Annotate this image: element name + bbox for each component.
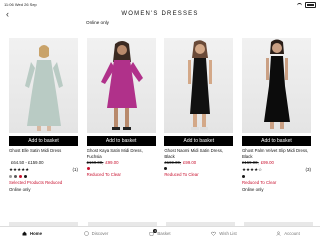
product-name[interactable]: Ghost Naomi Midi Satin Dress, Black <box>164 148 233 159</box>
tab-home[interactable]: Home <box>0 227 64 240</box>
discover-icon <box>83 231 89 236</box>
account-icon <box>276 231 281 236</box>
page-title: WOMEN'S DRESSES <box>121 11 199 17</box>
swatch-red[interactable] <box>19 175 22 178</box>
star-rating: ★★★★☆ <box>241 167 263 172</box>
product-price: £64.50 - £159.00 <box>9 160 78 165</box>
add-to-basket-button[interactable]: Add to basket <box>164 136 234 146</box>
tab-label: Wish List <box>219 231 237 236</box>
colour-swatches <box>9 175 78 178</box>
online-only-label: Online only <box>86 20 109 25</box>
tab-basket[interactable]: 0 Basket <box>128 227 192 240</box>
wifi-icon <box>297 2 302 8</box>
current-price: £99.00 <box>183 160 197 165</box>
swatch-dark-grey[interactable] <box>14 175 17 178</box>
current-price: £99.00 <box>105 160 119 165</box>
promo-label: Reduced To Clear <box>164 172 199 177</box>
tab-wish-list[interactable]: Wish List <box>192 227 256 240</box>
review-count: (3) <box>305 167 311 172</box>
home-icon <box>22 231 27 236</box>
swatch-red[interactable] <box>86 167 90 170</box>
tab-discover[interactable]: Discover <box>64 227 128 240</box>
promo-label: Reduced To Clear <box>241 180 277 185</box>
product-card: Add to basket Ghost Naomi Midi Satin Dre… <box>164 38 234 192</box>
product-image[interactable] <box>241 38 311 133</box>
availability-label: Online only <box>241 187 264 192</box>
product-card: Add to basket Ghost Elle Satin Midi Dres… <box>9 38 78 192</box>
header: ‹ WOMEN'S DRESSES <box>0 8 320 26</box>
colour-swatches <box>86 167 156 170</box>
product-card: Add to basket Ghost Palm Velvet Slip Mid… <box>241 38 311 192</box>
promo-label: Selected Products Reduced <box>9 180 63 185</box>
add-to-basket-button[interactable]: Add to basket <box>86 136 156 146</box>
status-bar: 11:06 Wed 26 Sep <box>0 0 320 8</box>
product-card: Add to basket Ghost Kaya Satin Midi Dres… <box>86 38 156 192</box>
star-rating: ★★★★★ <box>9 167 30 172</box>
tab-label: Discover <box>91 231 109 236</box>
review-count: (1) <box>72 167 79 172</box>
tab-label: Home <box>30 231 42 236</box>
product-name[interactable]: Ghost Palm Velvet Slip Midi Dress, Black <box>242 148 311 159</box>
current-price: £99.00 <box>260 160 274 165</box>
status-time: 11:06 Wed 26 Sep <box>4 2 37 7</box>
rating: ★★★★☆ (3) <box>242 167 311 173</box>
product-image[interactable] <box>9 38 78 133</box>
heart-icon <box>211 231 217 236</box>
availability-label: Online only <box>9 187 31 192</box>
add-to-basket-button[interactable]: Add to basket <box>241 136 311 146</box>
product-price: £169.00, £99.00 <box>164 160 233 165</box>
promo-label: Reduced To Clear <box>86 172 121 177</box>
product-image[interactable] <box>86 38 156 133</box>
swatch-black[interactable] <box>164 167 168 170</box>
colour-swatches <box>164 167 233 170</box>
swatch-black[interactable] <box>24 175 27 178</box>
basket-badge: 0 <box>149 228 158 237</box>
product-price: £169.00, £99.00 <box>242 160 311 165</box>
colour-swatches <box>241 175 311 178</box>
was-price: £169.00, <box>86 160 104 165</box>
was-price: £169.00, <box>241 160 259 165</box>
tab-account[interactable]: Account <box>256 227 320 240</box>
product-name[interactable]: Ghost Elle Satin Midi Dress <box>9 148 78 159</box>
product-price: £169.00, £99.00 <box>87 160 156 165</box>
tab-label: Basket <box>157 231 171 236</box>
product-grid: Add to basket Ghost Elle Satin Midi Dres… <box>9 38 311 192</box>
product-name[interactable]: Ghost Kaya Satin Midi Dress, Fuchsia <box>87 148 156 159</box>
swatch-black[interactable] <box>241 175 245 178</box>
current-price: £64.50 - £159.00 <box>11 160 44 165</box>
was-price: £169.00, <box>164 160 182 165</box>
tab-label: Account <box>284 231 300 236</box>
product-image[interactable] <box>164 38 234 133</box>
bottom-tab-bar: Home Discover 0 Basket Wish List Account <box>0 226 320 240</box>
rating: ★★★★★ (1) <box>9 167 78 173</box>
add-to-basket-button[interactable]: Add to basket <box>9 136 78 146</box>
swatch-grey[interactable] <box>9 175 12 178</box>
